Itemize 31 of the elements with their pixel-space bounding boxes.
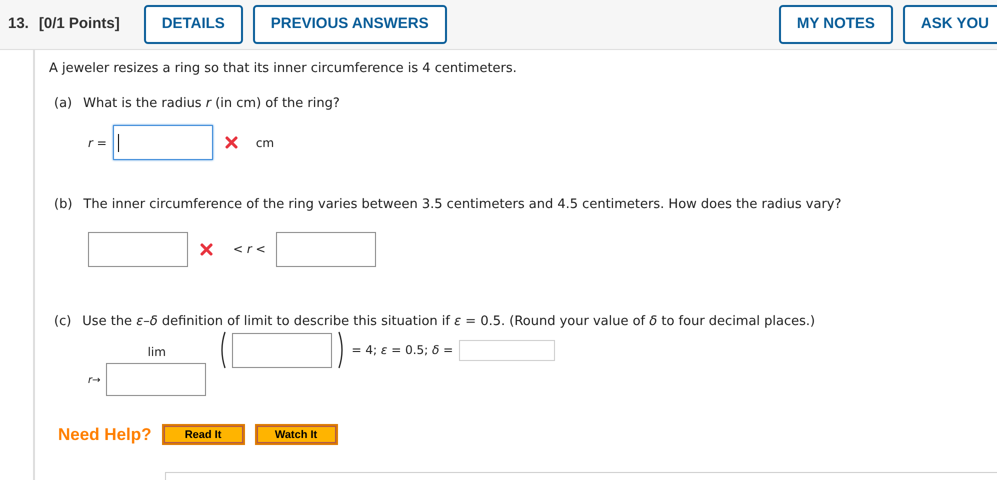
answer-input-field[interactable] xyxy=(112,125,213,160)
answer-input-field[interactable] xyxy=(88,232,188,266)
question-text: What is the radius r (in cm) of the ring? xyxy=(83,94,340,112)
variable-label: r = xyxy=(88,134,107,152)
delta-input-field[interactable] xyxy=(459,340,556,360)
header-button[interactable]: ASK YOU xyxy=(902,5,997,44)
limit-equation: = 4; ε = 0.5; δ = xyxy=(352,342,454,359)
help-button[interactable]: Read It xyxy=(162,424,245,446)
header-button[interactable]: MY NOTES xyxy=(778,5,893,44)
answer-input-field[interactable] xyxy=(276,232,376,266)
question-number: 13. xyxy=(8,14,29,34)
answer-input-field[interactable] xyxy=(232,332,332,368)
text-cursor-icon xyxy=(118,134,119,152)
limit-label: lim xyxy=(148,344,166,361)
part-label: (a) xyxy=(54,94,72,112)
problem-statement: A jeweler resizes a ring so that its inner circumference is 4 centimeters. xyxy=(49,60,518,78)
question-text: Use the ε–δ definition of limit to describe this situation if ε = 0.5. (Round your value of δ to four decimal places.) xyxy=(82,312,816,330)
help-button[interactable]: Watch It xyxy=(254,424,338,446)
incorrect-x-icon xyxy=(224,136,238,149)
header-button[interactable]: PREVIOUS ANSWERS xyxy=(252,5,447,44)
approach-label: r→ xyxy=(88,374,101,388)
part-label: (b) xyxy=(54,196,72,214)
inequality-label: < r < xyxy=(233,241,266,258)
points-label: [0/1 Points] xyxy=(38,14,120,34)
question-text: The inner circumference of the ring varies between 3.5 centimeters and 4.5 centimeters. How does the radius vary? xyxy=(83,196,842,214)
need-help-label: Need Help? xyxy=(58,424,152,446)
part-label: (c) xyxy=(54,312,72,330)
answer-input-field[interactable] xyxy=(106,363,206,396)
unit-label: cm xyxy=(256,134,274,152)
header-button[interactable]: DETAILS xyxy=(144,5,243,44)
incorrect-x-icon xyxy=(200,242,213,256)
